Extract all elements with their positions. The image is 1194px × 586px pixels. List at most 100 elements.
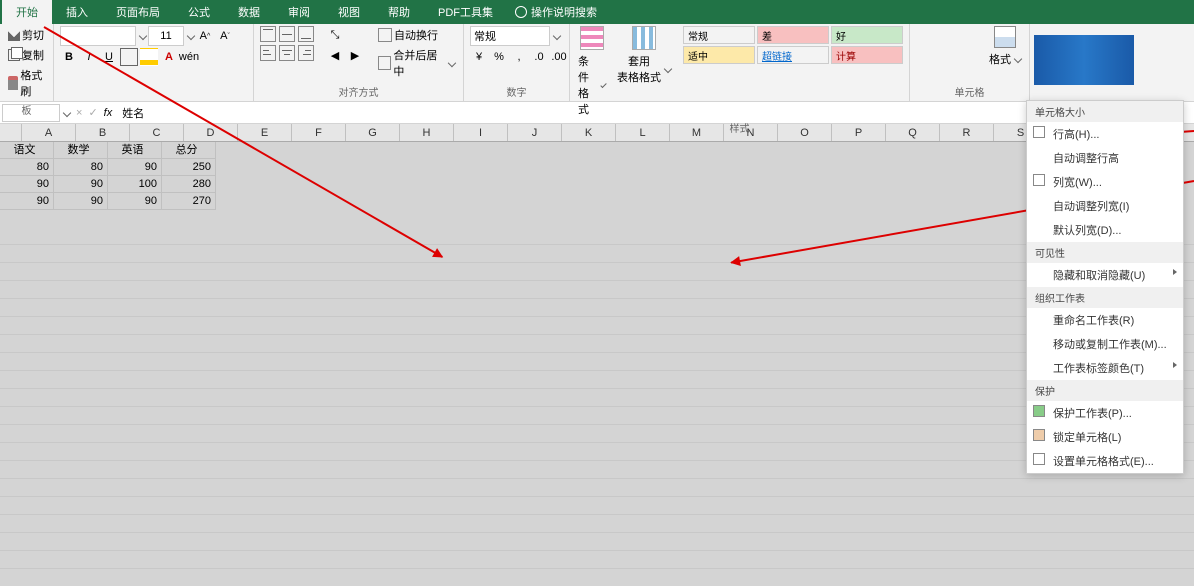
chevron-down-icon[interactable] [553, 32, 561, 40]
style-normal[interactable]: 常规 [683, 26, 755, 44]
percent-button[interactable]: % [490, 48, 508, 66]
tab-pdf[interactable]: PDF工具集 [424, 0, 507, 24]
data-cell[interactable]: 90 [54, 193, 108, 210]
orientation-button[interactable]: ⤡ [326, 26, 344, 44]
column-header[interactable]: F [292, 124, 346, 141]
tab-insert[interactable]: 插入 [52, 0, 102, 24]
data-cell[interactable]: 90 [108, 159, 162, 176]
empty-grid[interactable] [0, 227, 1194, 586]
tab-data[interactable]: 数据 [224, 0, 274, 24]
tab-home[interactable]: 开始 [2, 0, 52, 24]
tab-formula[interactable]: 公式 [174, 0, 224, 24]
menu-default-width[interactable]: 默认列宽(D)... [1027, 218, 1183, 242]
menu-row-height[interactable]: 行高(H)... [1027, 122, 1183, 146]
format-button[interactable]: 格式 [987, 50, 1023, 68]
align-bottom-button[interactable] [298, 26, 314, 42]
tab-layout[interactable]: 页面布局 [102, 0, 174, 24]
menu-protect-sheet[interactable]: 保护工作表(P)... [1027, 401, 1183, 425]
data-cell[interactable]: 90 [0, 193, 54, 210]
chevron-down-icon[interactable] [187, 32, 195, 40]
menu-move-sheet[interactable]: 移动或复制工作表(M)... [1027, 332, 1183, 356]
comma-button[interactable]: , [510, 48, 528, 66]
shrink-font-button[interactable]: Aˇ [216, 27, 234, 45]
align-center-button[interactable] [279, 45, 295, 61]
header-cell[interactable]: 语文 [0, 142, 54, 159]
data-cell[interactable]: 250 [162, 159, 216, 176]
style-good[interactable]: 好 [831, 26, 903, 44]
column-header[interactable]: J [508, 124, 562, 141]
column-header[interactable]: E [238, 124, 292, 141]
header-cell[interactable]: 总分 [162, 142, 216, 159]
chevron-down-icon[interactable] [139, 32, 147, 40]
wrap-text-button[interactable]: 自动换行 [376, 26, 457, 44]
paint-button[interactable]: 格式刷 [6, 66, 47, 100]
menu-hide-unhide[interactable]: 隐藏和取消隐藏(U) [1027, 263, 1183, 287]
cancel-icon[interactable]: × [76, 107, 82, 119]
menu-tab-color[interactable]: 工作表标签颜色(T) [1027, 356, 1183, 380]
style-calc[interactable]: 计算 [831, 46, 903, 64]
align-left-button[interactable] [260, 45, 276, 61]
align-middle-button[interactable] [279, 26, 295, 42]
column-header[interactable]: R [940, 124, 994, 141]
align-right-button[interactable] [298, 45, 314, 61]
shield-icon [1033, 405, 1045, 417]
table-format-button[interactable]: 套用 表格格式 [615, 52, 673, 86]
data-cell[interactable]: 280 [162, 176, 216, 193]
data-cell[interactable]: 90 [108, 193, 162, 210]
menu-section-size: 单元格大小 [1027, 101, 1183, 122]
data-cell[interactable]: 90 [0, 176, 54, 193]
merge-button[interactable]: 合并后居中 [376, 46, 457, 80]
column-header[interactable]: I [454, 124, 508, 141]
header-cell[interactable]: 数学 [54, 142, 108, 159]
border-button[interactable] [120, 48, 138, 66]
menu-format-cells[interactable]: 设置单元格格式(E)... [1027, 449, 1183, 473]
confirm-icon[interactable]: ✓ [88, 106, 97, 119]
data-cell[interactable]: 100 [108, 176, 162, 193]
tell-me-search[interactable]: 操作说明搜索 [515, 4, 597, 20]
header-cell[interactable]: 英语 [108, 142, 162, 159]
dedent-button[interactable]: ◀ [326, 46, 344, 64]
fx-icon[interactable]: fx [104, 107, 113, 119]
data-cell[interactable]: 90 [54, 176, 108, 193]
style-bad[interactable]: 差 [757, 26, 829, 44]
style-neutral[interactable]: 适中 [683, 46, 755, 64]
inc-decimal-button[interactable]: .0 [530, 48, 548, 66]
tab-help[interactable]: 帮助 [374, 0, 424, 24]
lock-icon [1033, 429, 1045, 441]
tab-review[interactable]: 审阅 [274, 0, 324, 24]
align-top-button[interactable] [260, 26, 276, 42]
menu-rename-sheet[interactable]: 重命名工作表(R) [1027, 308, 1183, 332]
menu-lock-cell[interactable]: 锁定单元格(L) [1027, 425, 1183, 449]
data-cell[interactable]: 80 [54, 159, 108, 176]
cut-button[interactable]: 剪切 [6, 26, 46, 44]
conditional-format-button[interactable]: 条件格式 [576, 52, 607, 118]
select-all-corner[interactable] [0, 124, 22, 141]
column-header[interactable]: A [22, 124, 76, 141]
phonetic-button[interactable]: wén [180, 48, 198, 66]
currency-button[interactable]: ¥ [470, 48, 488, 66]
menu-label: 工作表标签颜色(T) [1053, 363, 1144, 375]
copy-button[interactable]: 复制 [6, 46, 46, 64]
font-color-button[interactable]: A [160, 48, 178, 66]
menu-autofit-col[interactable]: 自动调整列宽(I) [1027, 194, 1183, 218]
menu-col-width[interactable]: 列宽(W)... [1027, 170, 1183, 194]
indent-button[interactable]: ▶ [346, 46, 364, 64]
column-header[interactable]: G [346, 124, 400, 141]
tab-view[interactable]: 视图 [324, 0, 374, 24]
number-format-select[interactable] [470, 26, 550, 46]
style-link[interactable]: 超链接 [757, 46, 829, 64]
chevron-down-icon[interactable] [63, 108, 71, 116]
menu-autofit-row[interactable]: 自动调整行高 [1027, 146, 1183, 170]
fill-color-button[interactable] [140, 48, 158, 66]
data-cell[interactable]: 80 [0, 159, 54, 176]
column-header[interactable]: C [130, 124, 184, 141]
font-size-input[interactable] [148, 26, 184, 46]
dec-decimal-button[interactable]: .00 [550, 48, 568, 66]
bold-button[interactable]: B [60, 48, 78, 66]
grow-font-button[interactable]: A^ [196, 27, 214, 45]
spreadsheet-grid[interactable]: 语文 数学 英语 总分 8080902509090100280909090270 [0, 142, 1194, 586]
column-header[interactable]: B [76, 124, 130, 141]
data-cell[interactable]: 270 [162, 193, 216, 210]
group-alignment: ⤡ ◀ ▶ 自动换行 合并后居中 对齐方式 [254, 24, 464, 101]
column-header[interactable]: H [400, 124, 454, 141]
